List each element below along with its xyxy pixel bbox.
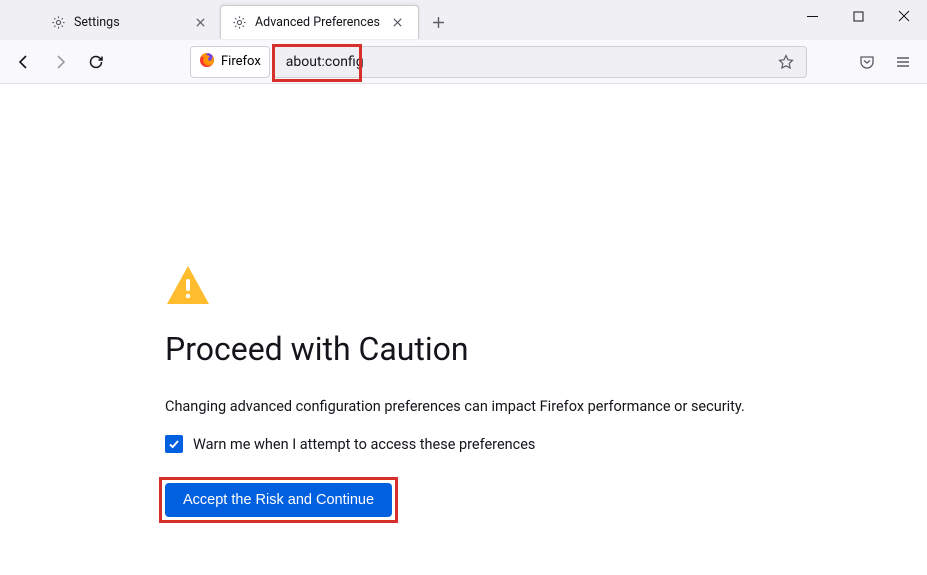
close-window-button[interactable] — [881, 0, 927, 32]
reload-button[interactable] — [80, 46, 112, 78]
page-heading: Proceed with Caution — [165, 330, 760, 368]
close-tab-button[interactable] — [190, 12, 210, 32]
tab-settings[interactable]: Settings — [40, 5, 220, 39]
close-tab-button[interactable] — [388, 13, 408, 33]
warn-checkbox-row: Warn me when I attempt to access these p… — [165, 435, 760, 453]
warn-checkbox[interactable] — [165, 435, 183, 453]
page-content: Proceed with Caution Changing advanced c… — [0, 84, 760, 517]
tab-label: Settings — [74, 15, 182, 30]
menu-button[interactable] — [887, 46, 919, 78]
page-description: Changing advanced configuration preferen… — [165, 398, 760, 415]
tab-advanced-preferences[interactable]: Advanced Preferences — [220, 5, 419, 39]
tab-label: Advanced Preferences — [255, 15, 380, 30]
url-bar-container: about:config — [273, 46, 807, 78]
navigation-toolbar: Firefox about:config — [0, 40, 927, 84]
gear-icon — [231, 15, 247, 31]
accept-risk-button[interactable]: Accept the Risk and Continue — [165, 483, 392, 517]
minimize-button[interactable] — [789, 0, 835, 32]
url-text: about:config — [282, 54, 774, 70]
forward-button[interactable] — [44, 46, 76, 78]
tabs-container: Settings Advanced Preferences — [40, 4, 453, 40]
toolbar-right — [851, 46, 919, 78]
back-button[interactable] — [8, 46, 40, 78]
window-controls — [789, 0, 927, 40]
bookmark-button[interactable] — [774, 50, 798, 74]
identity-box[interactable]: Firefox — [190, 46, 270, 78]
pocket-button[interactable] — [851, 46, 883, 78]
identity-label: Firefox — [221, 54, 261, 69]
url-bar[interactable]: about:config — [273, 46, 807, 78]
new-tab-button[interactable] — [425, 8, 453, 36]
checkbox-label: Warn me when I attempt to access these p… — [193, 436, 535, 453]
title-bar: Settings Advanced Preferences — [0, 0, 927, 40]
warning-icon — [165, 264, 760, 310]
firefox-logo-icon — [199, 52, 215, 72]
maximize-button[interactable] — [835, 0, 881, 32]
gear-icon — [50, 14, 66, 30]
